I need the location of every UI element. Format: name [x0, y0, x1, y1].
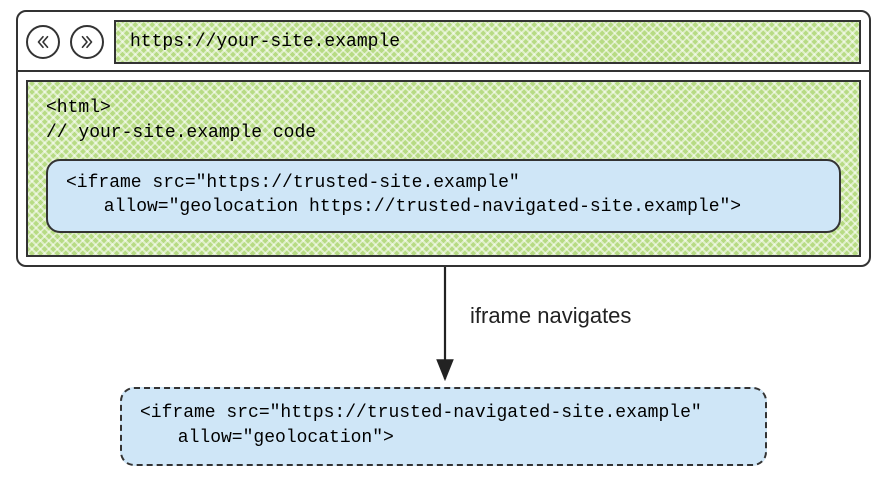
arrow-label: iframe navigates [470, 303, 631, 329]
iframe-initial-line-2: allow="geolocation https://trusted-navig… [66, 195, 821, 219]
iframe-initial-line-1: <iframe src="https://trusted-site.exampl… [66, 171, 821, 195]
arrow-area: iframe navigates [10, 267, 877, 387]
browser-viewport: <html> // your-site.example code <iframe… [18, 70, 869, 265]
address-bar-url: https://your-site.example [130, 32, 400, 52]
browser-window: https://your-site.example <html> // your… [16, 10, 871, 267]
forward-button-icon[interactable] [70, 25, 104, 59]
iframe-navigated-line-2: allow="geolocation"> [140, 426, 747, 450]
browser-toolbar: https://your-site.example [26, 20, 861, 70]
back-button-icon[interactable] [26, 25, 60, 59]
page-content: <html> // your-site.example code <iframe… [26, 80, 861, 257]
address-bar[interactable]: https://your-site.example [114, 20, 861, 64]
iframe-navigated-line-1: <iframe src="https://trusted-navigated-s… [140, 401, 747, 425]
page-code-line-1: <html> [46, 96, 841, 120]
iframe-navigated-box: <iframe src="https://trusted-navigated-s… [120, 387, 767, 466]
navigation-arrow-icon [10, 267, 877, 387]
iframe-initial-box: <iframe src="https://trusted-site.exampl… [46, 159, 841, 234]
page-code-line-2: // your-site.example code [46, 121, 841, 145]
